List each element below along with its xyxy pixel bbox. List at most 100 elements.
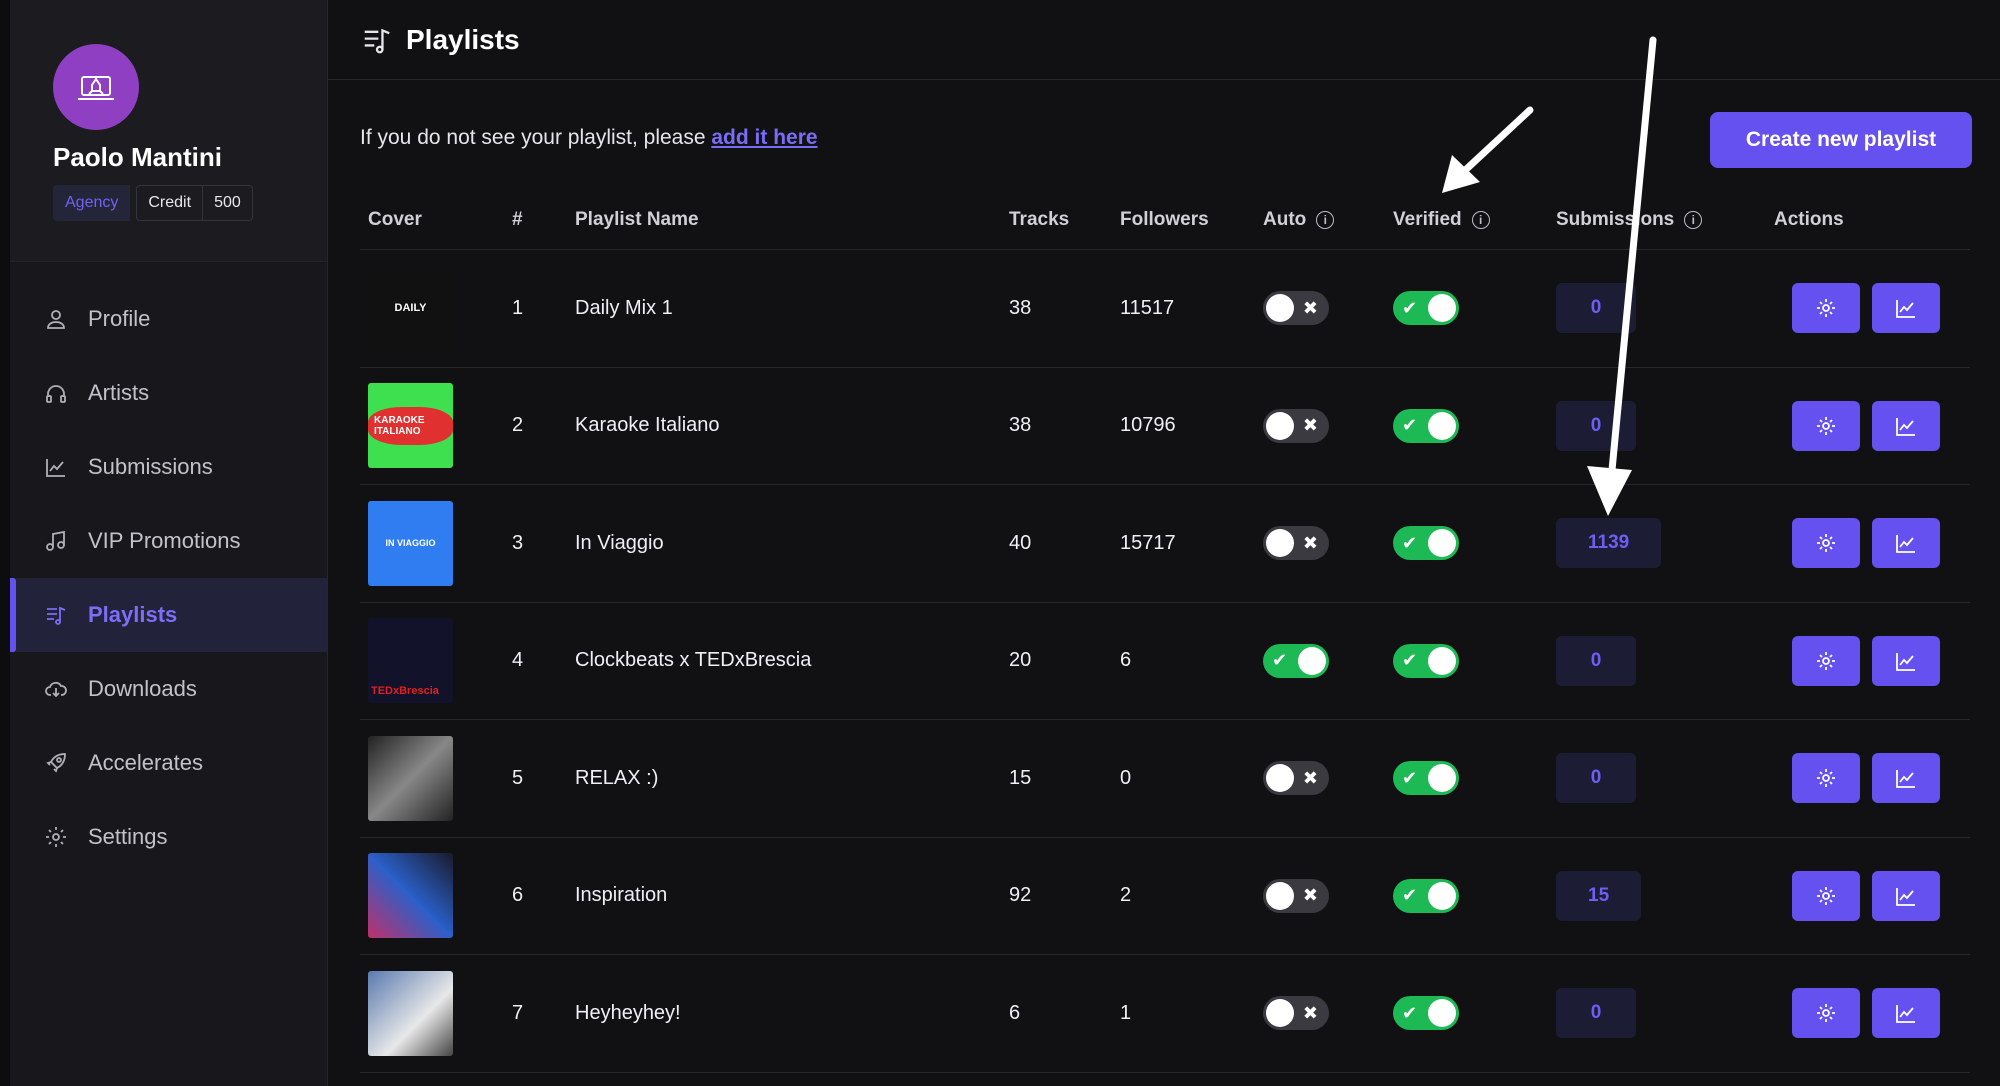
submissions-count[interactable]: 0 xyxy=(1556,283,1636,334)
sidebar-item-playlists[interactable]: Playlists xyxy=(10,578,327,652)
settings-action xyxy=(1792,250,1860,367)
playlist-stats-button[interactable] xyxy=(1872,518,1940,569)
playlist-name[interactable]: Inspiration xyxy=(575,838,667,955)
submissions-cell: 0 xyxy=(1556,720,1636,837)
verified-toggle[interactable]: ✔ xyxy=(1393,878,1459,913)
stats-action xyxy=(1872,720,1940,837)
verified-toggle[interactable]: ✔ xyxy=(1393,291,1459,326)
submissions-count[interactable]: 0 xyxy=(1556,753,1636,804)
sidebar-nav: Profile Artists Submissions VIP Promotio… xyxy=(10,282,327,874)
info-icon[interactable]: i xyxy=(1316,211,1335,229)
playlist-name[interactable]: Heyheyhey! xyxy=(575,955,681,1072)
playlist-stats-button[interactable] xyxy=(1872,400,1940,451)
submissions-count[interactable]: 0 xyxy=(1556,988,1636,1039)
add-playlist-link[interactable]: add it here xyxy=(711,126,817,149)
playlist-cover[interactable] xyxy=(368,970,453,1056)
column-header-cover: Cover xyxy=(368,209,422,230)
info-icon[interactable]: i xyxy=(1684,211,1703,229)
sidebar-item-label: Accelerates xyxy=(88,750,203,775)
auto-toggle[interactable]: ✖ xyxy=(1263,996,1329,1031)
submissions-count[interactable]: 0 xyxy=(1556,635,1636,686)
gear-icon xyxy=(1817,534,1835,553)
submissions-cell: 15 xyxy=(1556,838,1642,955)
sidebar-item-label: VIP Promotions xyxy=(88,528,241,553)
table-row[interactable]: 5 RELAX :) 15 0 ✖ ✔ 0 xyxy=(360,720,1970,838)
playlist-stats-button[interactable] xyxy=(1872,753,1940,804)
submissions-count[interactable]: 15 xyxy=(1556,870,1642,921)
playlist-settings-button[interactable] xyxy=(1792,518,1860,569)
verified-toggle[interactable]: ✔ xyxy=(1393,761,1459,796)
playlist-number: 3 xyxy=(512,531,524,554)
playlist-cover[interactable]: DAILY xyxy=(368,265,453,351)
auto-toggle[interactable]: ✖ xyxy=(1263,761,1329,796)
sidebar-item-downloads[interactable]: Downloads xyxy=(10,652,327,726)
sidebar-item-settings[interactable]: Settings xyxy=(10,800,327,874)
playlist-settings-button[interactable] xyxy=(1792,635,1860,686)
playlist-settings-button[interactable] xyxy=(1792,870,1860,921)
toggle-knob xyxy=(1428,999,1456,1028)
credit-label: Credit xyxy=(136,185,203,221)
table-row[interactable]: KARAOKE ITALIANO 2 Karaoke Italiano 38 1… xyxy=(360,368,1970,485)
verified-cell: ✔ xyxy=(1393,838,1459,955)
column-header-followers: Followers xyxy=(1120,209,1209,230)
playlist-cover[interactable] xyxy=(368,735,453,821)
tracks-count: 92 xyxy=(1009,884,1032,907)
playlist-cover[interactable]: IN VIAGGIO xyxy=(368,500,453,586)
toggle-knob xyxy=(1428,646,1456,675)
auto-toggle[interactable]: ✖ xyxy=(1263,526,1329,561)
table-row[interactable]: TEDxBrescia 4 Clockbeats x TEDxBrescia 2… xyxy=(360,603,1970,720)
verified-toggle[interactable]: ✔ xyxy=(1393,526,1459,561)
verified-cell: ✔ xyxy=(1393,368,1459,485)
playlist-cover[interactable]: KARAOKE ITALIANO xyxy=(368,383,453,469)
auto-cell: ✖ xyxy=(1263,838,1329,955)
create-playlist-button[interactable]: Create new playlist xyxy=(1710,112,1972,168)
x-icon: ✖ xyxy=(1302,885,1318,906)
playlist-name[interactable]: Karaoke Italiano xyxy=(575,368,720,485)
auto-toggle[interactable]: ✖ xyxy=(1263,291,1329,326)
verified-toggle[interactable]: ✔ xyxy=(1393,408,1459,443)
auto-toggle[interactable]: ✖ xyxy=(1263,878,1329,913)
chart-icon xyxy=(1896,300,1915,319)
playlist-settings-button[interactable] xyxy=(1792,283,1860,334)
playlist-cover[interactable] xyxy=(368,853,453,939)
info-icon[interactable]: i xyxy=(1471,211,1490,229)
sidebar-item-profile[interactable]: Profile xyxy=(10,282,327,356)
playlist-settings-button[interactable] xyxy=(1792,753,1860,804)
table-row[interactable]: 6 Inspiration 92 2 ✖ ✔ 15 xyxy=(360,838,1970,955)
auto-toggle[interactable]: ✖ xyxy=(1263,408,1329,443)
table-row[interactable]: DAILY 1 Daily Mix 1 38 11517 ✖ ✔ 0 xyxy=(360,250,1970,368)
table-row[interactable]: IN VIAGGIO 3 In Viaggio 40 15717 ✖ ✔ 113… xyxy=(360,485,1970,603)
sidebar-item-artists[interactable]: Artists xyxy=(10,356,327,430)
gear-icon xyxy=(1817,416,1835,435)
playlist-stats-button[interactable] xyxy=(1872,635,1940,686)
playlist-stats-button[interactable] xyxy=(1872,283,1940,334)
playlist-name[interactable]: Clockbeats x TEDxBrescia xyxy=(575,603,811,720)
sidebar-item-submissions[interactable]: Submissions xyxy=(10,430,327,504)
verified-cell: ✔ xyxy=(1393,955,1459,1072)
playlist-settings-button[interactable] xyxy=(1792,400,1860,451)
verified-toggle[interactable]: ✔ xyxy=(1393,643,1459,678)
sidebar-item-vip-promotions[interactable]: VIP Promotions xyxy=(10,504,327,578)
followers-count: 0 xyxy=(1120,766,1132,789)
music-note-icon xyxy=(42,527,70,555)
auto-toggle[interactable]: ✔ xyxy=(1263,643,1329,678)
playlist-number: 5 xyxy=(512,766,524,789)
playlist-name[interactable]: In Viaggio xyxy=(575,485,664,602)
playlist-settings-button[interactable] xyxy=(1792,988,1860,1039)
x-icon: ✖ xyxy=(1302,532,1318,553)
playlist-name[interactable]: Daily Mix 1 xyxy=(575,250,673,367)
table-row[interactable]: 7 Heyheyhey! 6 1 ✖ ✔ 0 xyxy=(360,955,1970,1073)
playlist-cover[interactable]: TEDxBrescia xyxy=(368,618,453,704)
column-header-name: Playlist Name xyxy=(575,209,699,230)
toggle-knob xyxy=(1266,411,1294,440)
submissions-count[interactable]: 1139 xyxy=(1556,518,1662,569)
avatar[interactable] xyxy=(53,44,139,130)
toggle-knob xyxy=(1428,764,1456,793)
submissions-count[interactable]: 0 xyxy=(1556,400,1636,451)
playlist-stats-button[interactable] xyxy=(1872,870,1940,921)
gear-icon xyxy=(42,823,70,851)
playlist-name[interactable]: RELAX :) xyxy=(575,720,658,837)
playlist-stats-button[interactable] xyxy=(1872,988,1940,1039)
verified-toggle[interactable]: ✔ xyxy=(1393,996,1459,1031)
sidebar-item-accelerates[interactable]: Accelerates xyxy=(10,726,327,800)
